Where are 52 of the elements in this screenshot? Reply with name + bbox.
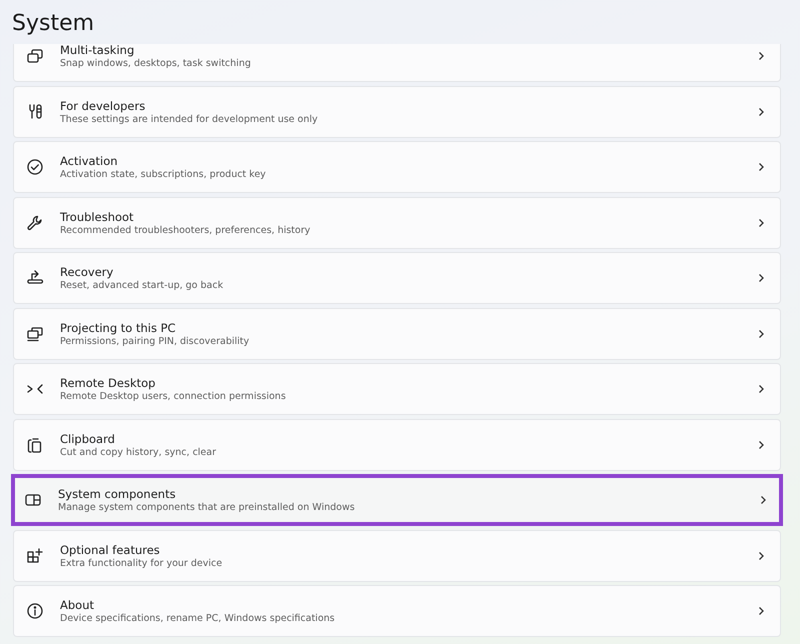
item-title: Remote Desktop: [60, 376, 156, 390]
settings-item[interactable]: Remote Desktop Remote Desktop users, connection permissions: [13, 363, 781, 415]
info-icon: [26, 602, 44, 620]
settings-item[interactable]: Recovery Reset, advanced start-up, go back: [13, 252, 781, 304]
item-title: Troubleshoot: [60, 210, 135, 224]
item-description: Device specifications, rename PC, Windows specifications: [60, 613, 336, 624]
chevron-icon: [756, 218, 766, 228]
item-description: These settings are intended for development use only: [60, 114, 319, 124]
item-description: Manage system components that are preinstalled on Windows: [58, 502, 356, 513]
settings-item[interactable]: For developers These settings are intended for development use only: [13, 86, 781, 138]
settings-item[interactable]: Troubleshoot Recommended troubleshooters, preferences, history: [13, 196, 781, 248]
chevron-icon: [756, 273, 766, 283]
chevron-icon: [756, 440, 766, 450]
item-description: Permissions, pairing PIN, discoverability: [60, 336, 250, 346]
item-title: System components: [58, 487, 177, 501]
chevron-icon: [756, 550, 766, 560]
chevron-icon: [756, 162, 766, 172]
screens-icon: [26, 324, 44, 342]
item-title: Recovery: [60, 265, 114, 279]
chevron-icon: [756, 328, 766, 338]
item-description: Activation state, subscriptions, product key: [60, 169, 267, 180]
item-description: Recommended troubleshooters, preferences, history: [60, 224, 312, 236]
chevron-icon: [756, 51, 766, 61]
item-description: Snap windows, desktops, task switching: [60, 58, 252, 69]
item-title: Activation: [60, 154, 119, 168]
item-title: For developers: [60, 98, 146, 112]
chevron-icon: [756, 384, 766, 394]
item-title: Projecting to this PC: [60, 320, 177, 334]
settings-item[interactable]: Multi-tasking Snap windows, desktops, task switching: [13, 44, 781, 82]
item-description: Remote Desktop users, connection permissions: [60, 391, 287, 402]
wrench-icon: [26, 214, 44, 232]
item-description: Cut and copy history, sync, clear: [60, 446, 218, 458]
settings-item[interactable]: Clipboard Cut and copy history, sync, clear: [13, 418, 781, 470]
settings-item[interactable]: Optional features Extra functionality for your device: [13, 530, 781, 582]
page-title: System: [11, 10, 96, 38]
settings-item[interactable]: About Device specifications, rename PC, Windows specifications: [13, 585, 781, 637]
item-title: Multi-tasking: [60, 44, 136, 57]
item-title: Clipboard: [60, 432, 116, 446]
settings-item[interactable]: System components Manage system components that are preinstalled on Windows: [11, 474, 783, 526]
item-title: Optional features: [60, 542, 161, 556]
windows-icon: [26, 47, 44, 65]
chevron-icon: [758, 495, 768, 505]
item-title: About: [60, 598, 96, 612]
item-description: Reset, advanced start-up, go back: [60, 280, 224, 291]
clipboard-icon: [26, 436, 44, 454]
settings-item[interactable]: Activation Activation state, subscriptions, product key: [13, 141, 781, 193]
grid-plus-icon: [26, 546, 44, 564]
item-description: Extra functionality for your device: [60, 558, 224, 568]
chevron-icon: [756, 606, 766, 616]
settings-item[interactable]: Projecting to this PC Permissions, pairing PIN, discoverability: [13, 308, 781, 360]
check-circle-icon: [26, 158, 44, 176]
chevron-icon: [756, 106, 766, 116]
